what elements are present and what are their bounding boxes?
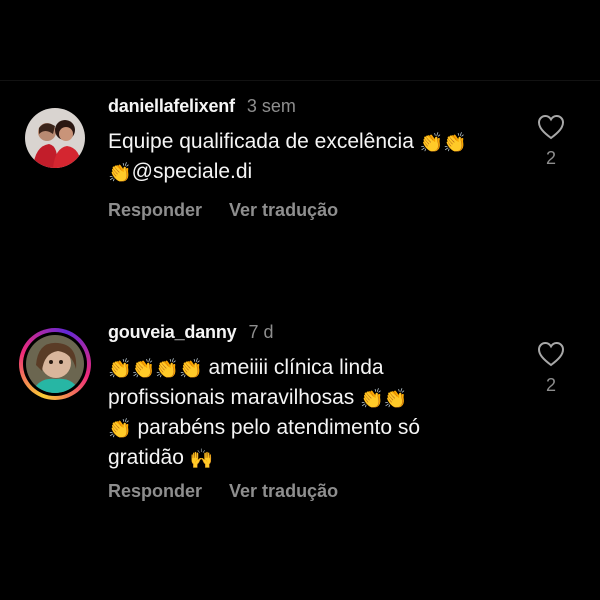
comment-line-text: profissionais maravilhosas <box>108 386 361 409</box>
avatar[interactable] <box>26 335 84 393</box>
comment-line: gratidão 🙌 <box>108 444 508 474</box>
comment-actions: Responder Ver tradução <box>108 200 338 221</box>
comment-line-text: gratidão <box>108 446 190 469</box>
comment-text: 👏👏👏👏 ameiiii clínica linda profissionais… <box>108 354 508 474</box>
comment-header: daniellafelixenf 3 sem <box>108 96 296 122</box>
reply-button[interactable]: Responder <box>108 481 202 502</box>
see-translation-button[interactable]: Ver tradução <box>229 481 338 502</box>
comment-line-text: Equipe qualificada de excelência <box>108 130 420 153</box>
clapping-hands-icon: 👏👏 <box>360 389 408 410</box>
comment-line-text: parabéns pelo atendimento só <box>131 416 421 439</box>
top-area <box>0 0 600 80</box>
comment-text: Equipe qualificada de excelência 👏👏 👏@sp… <box>108 128 508 188</box>
comment-line: 👏 parabéns pelo atendimento só <box>108 414 508 444</box>
comment-actions: Responder Ver tradução <box>108 481 338 502</box>
raising-hands-icon: 🙌 <box>189 449 214 470</box>
comment-header: gouveia_danny 7 d <box>108 322 273 348</box>
like-area: 2 <box>535 114 567 169</box>
comment-line: 👏👏👏👏 ameiiii clínica linda <box>108 354 508 384</box>
username[interactable]: daniellafelixenf <box>108 96 235 117</box>
mention-link[interactable]: @speciale.di <box>132 160 253 183</box>
clapping-hands-icon: 👏👏👏👏 <box>108 359 203 380</box>
username[interactable]: gouveia_danny <box>108 322 237 343</box>
timestamp: 7 d <box>248 322 274 342</box>
timestamp: 3 sem <box>246 96 296 116</box>
comment-line-text: ameiiii clínica linda <box>202 356 384 379</box>
see-translation-button[interactable]: Ver tradução <box>229 200 338 221</box>
heart-icon[interactable] <box>537 114 565 140</box>
like-area: 2 <box>535 341 567 396</box>
reply-button[interactable]: Responder <box>108 200 202 221</box>
comment-line: Equipe qualificada de excelência 👏👏 <box>108 128 508 158</box>
clapping-hands-icon: 👏👏 <box>419 133 468 154</box>
divider <box>0 80 600 81</box>
comment-line: profissionais maravilhosas 👏👏 <box>108 384 508 414</box>
avatar[interactable] <box>25 108 85 168</box>
heart-icon[interactable] <box>537 341 565 367</box>
clapping-hands-icon: 👏 <box>108 419 132 440</box>
clapping-hands-icon: 👏 <box>108 163 132 184</box>
like-count: 2 <box>545 148 556 168</box>
like-count: 2 <box>545 375 556 395</box>
comment-line: 👏@speciale.di <box>108 158 508 188</box>
